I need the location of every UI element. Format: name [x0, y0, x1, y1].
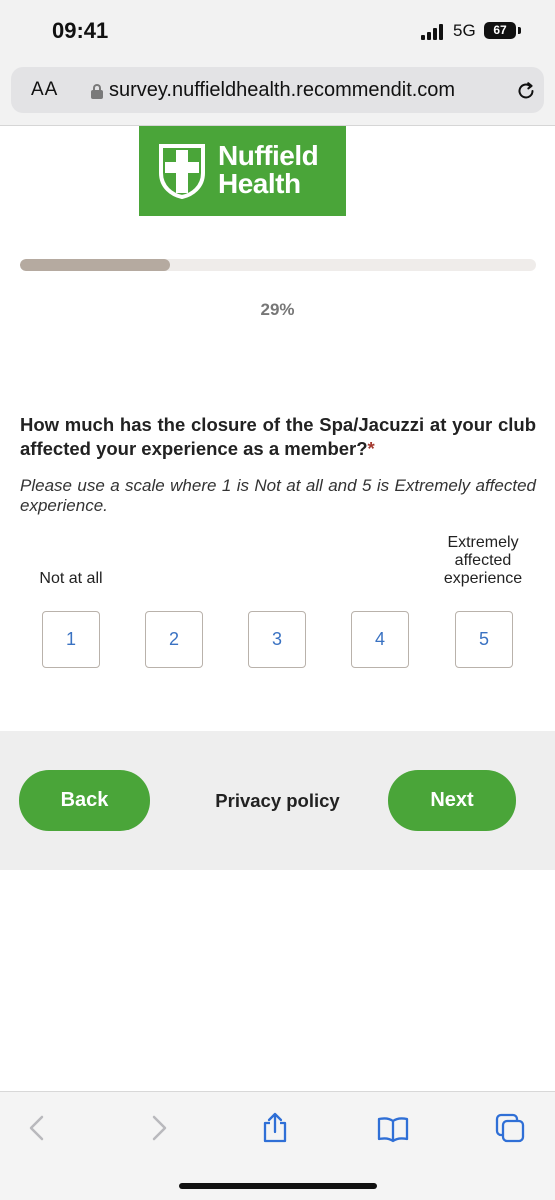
scale-anchor-high: Extremely affected experience [443, 534, 523, 587]
scale-option-4[interactable]: 4 [351, 611, 409, 668]
bookmarks-icon[interactable] [377, 1112, 409, 1144]
next-button[interactable]: Next [388, 770, 516, 831]
scale-option-3[interactable]: 3 [248, 611, 306, 668]
back-button[interactable]: Back [19, 770, 150, 831]
question-hint: Please use a scale where 1 is Not at all… [20, 476, 536, 515]
url-text[interactable]: survey.nuffieldhealth.recommendit.com [109, 79, 501, 102]
scale-anchor-low: Not at all [39, 570, 103, 587]
logo-line-1: Nuffield [218, 140, 319, 171]
survey-navigation: Back Privacy policy Next [0, 731, 555, 870]
network-type: 5G [453, 21, 476, 40]
question-title: How much has the closure of the Spa/Jacu… [20, 413, 536, 461]
address-bar[interactable]: AA survey.nuffieldhealth.recommendit.com [11, 67, 544, 113]
battery-icon: 67 [484, 22, 516, 39]
tabs-icon[interactable] [494, 1112, 526, 1144]
forward-arrow-icon[interactable] [142, 1112, 174, 1144]
scale-option-5[interactable]: 5 [455, 611, 513, 668]
browser-address-area: AA survey.nuffieldhealth.recommendit.com [0, 60, 555, 126]
home-indicator [179, 1183, 377, 1189]
battery-tip [518, 27, 521, 34]
status-bar: 09:41 5G 67 [0, 0, 555, 60]
progress-label: 29% [260, 300, 295, 319]
lock-icon [91, 84, 103, 99]
progress-fill [20, 259, 170, 271]
status-time: 09:41 [52, 18, 109, 43]
required-marker: * [367, 438, 375, 459]
signal-icon [421, 24, 447, 40]
progress-bar [20, 259, 536, 271]
logo-wordmark: Nuffield Health [218, 140, 319, 199]
back-arrow-icon[interactable] [22, 1112, 54, 1144]
question-text: How much has the closure of the Spa/Jacu… [20, 414, 536, 459]
privacy-policy-link[interactable]: Privacy policy [200, 790, 355, 812]
text-size-button[interactable]: AA [31, 79, 58, 101]
share-icon[interactable] [259, 1112, 291, 1144]
logo-line-2: Health [218, 168, 301, 199]
scale-option-1[interactable]: 1 [42, 611, 100, 668]
nuffield-health-logo: Nuffield Health [139, 126, 346, 216]
scale-option-2[interactable]: 2 [145, 611, 203, 668]
reload-icon[interactable] [514, 79, 538, 103]
shield-cross-icon [159, 144, 205, 199]
